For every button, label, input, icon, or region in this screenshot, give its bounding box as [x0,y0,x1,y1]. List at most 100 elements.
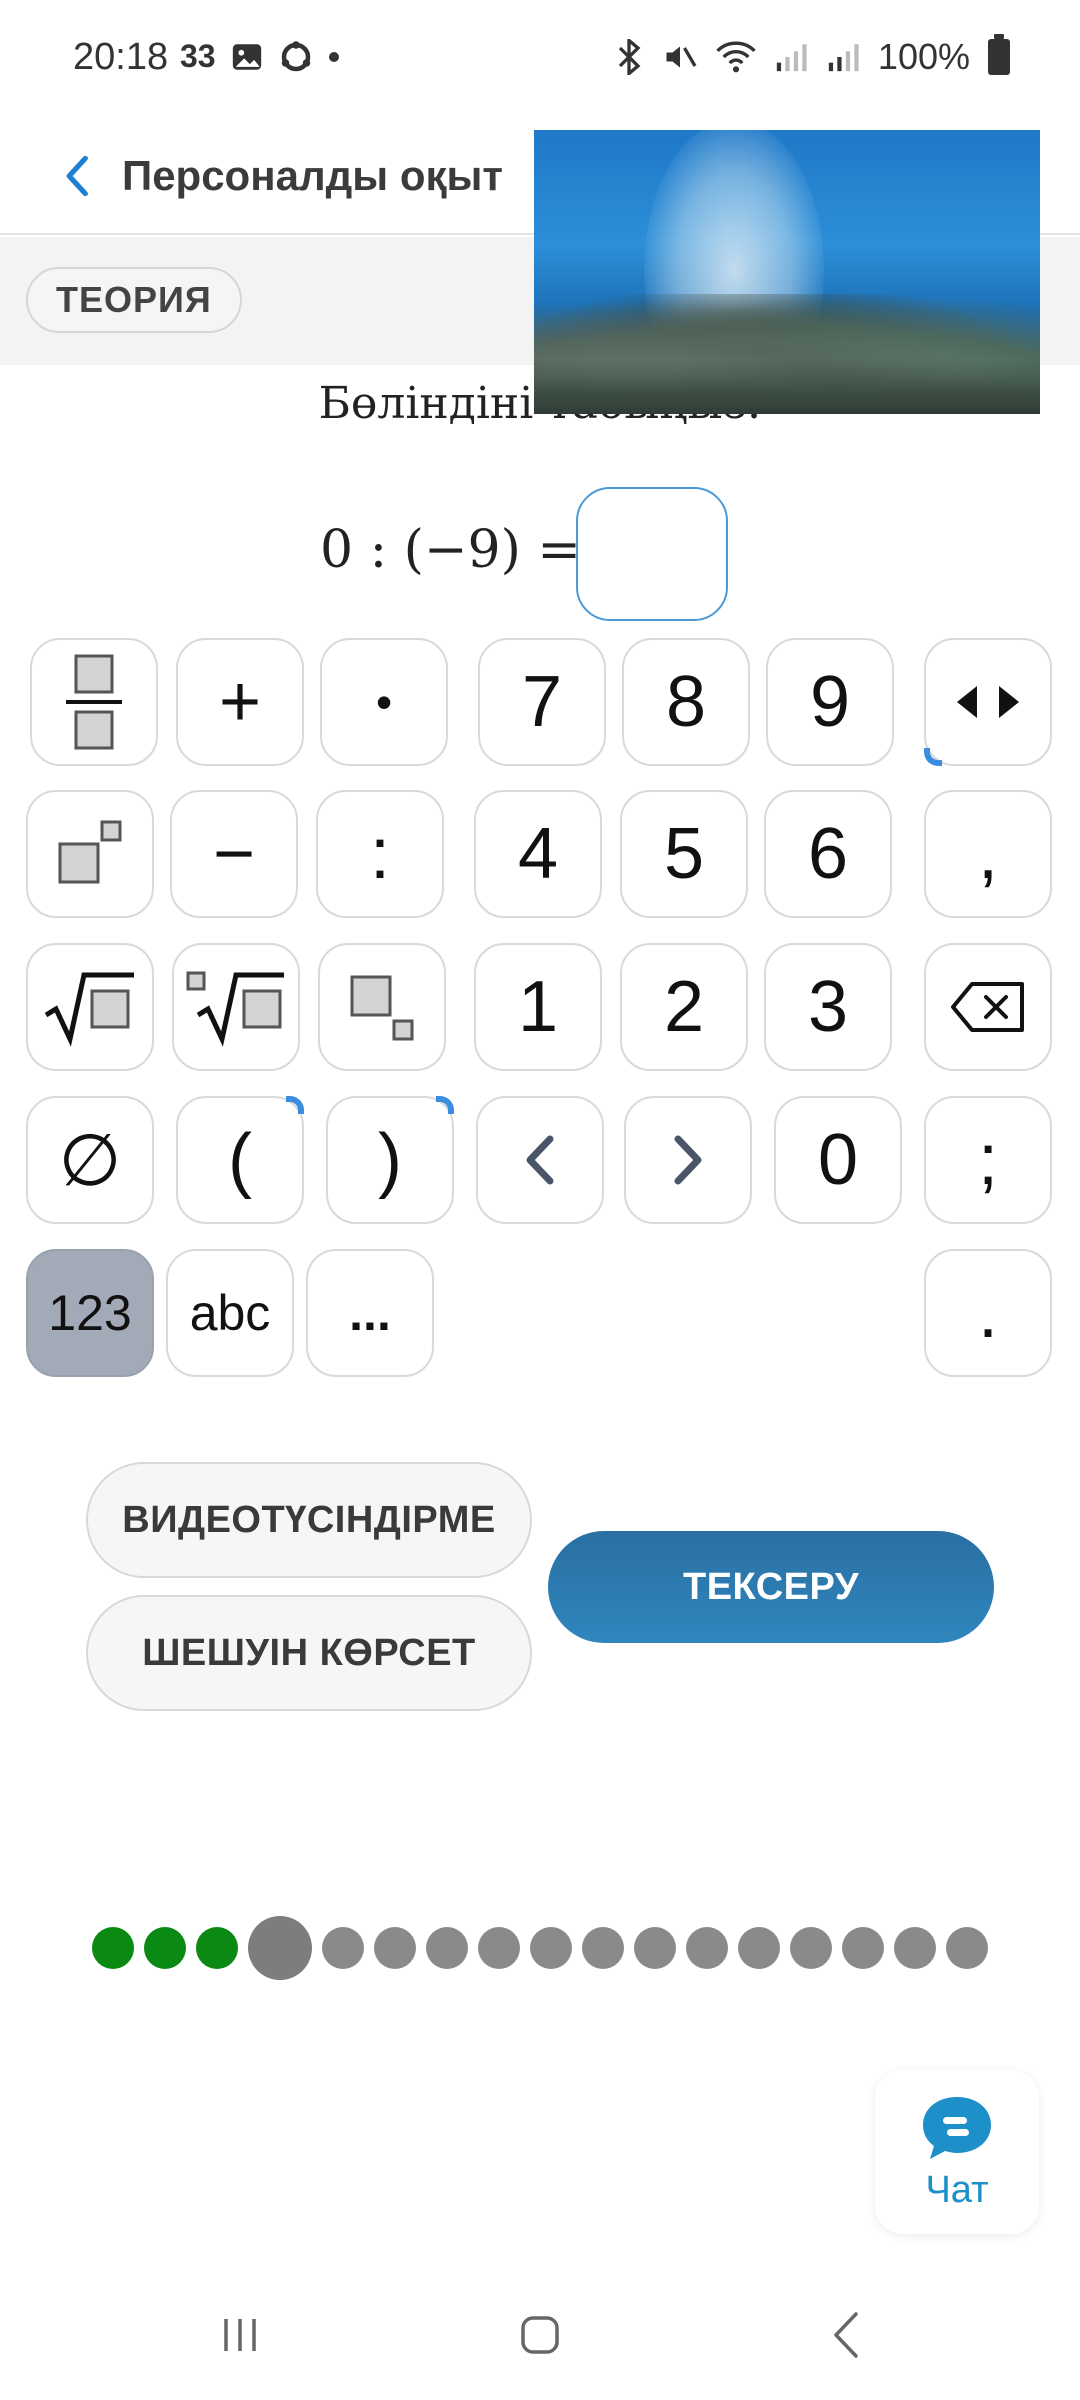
progress-dot[interactable] [196,1927,238,1969]
progress-dot[interactable] [144,1927,186,1969]
signal-icon [776,44,807,72]
bluetooth-icon [618,39,641,75]
progress-indicator [92,1916,988,1980]
back-chevron-icon [834,2312,858,2358]
progress-dot[interactable] [790,1927,832,1969]
page-title: Персоналды оқыт [122,152,503,199]
chat-bubble-icon [923,2096,991,2159]
backspace-key[interactable] [924,943,1052,1071]
system-icons: 100% [614,34,1010,78]
more-symbols-key[interactable]: ... [306,1249,434,1377]
minus-key[interactable]: − [170,790,298,918]
open-paren-key[interactable]: ( [176,1096,304,1224]
expand-key[interactable] [924,638,1052,766]
signal-icon-2 [828,44,859,72]
progress-dot[interactable] [634,1927,676,1969]
progress-dot[interactable] [946,1927,988,1969]
video-player[interactable] [534,130,1040,414]
progress-dot[interactable] [738,1927,780,1969]
multiply-dot-key[interactable]: • [320,638,448,766]
wifi-icon [716,41,756,73]
gallery-icon [232,43,261,70]
close-paren-key[interactable]: ) [326,1096,454,1224]
cursor-marker [924,748,942,766]
fraction-icon [66,654,122,750]
home-button[interactable] [500,2300,580,2370]
system-back-button[interactable] [806,2300,886,2370]
digit-7-key[interactable]: 7 [478,638,606,766]
subscript-key[interactable] [318,943,446,1071]
recent-apps-icon [224,2319,256,2351]
sync-icon [281,40,310,71]
back-button[interactable] [38,136,118,216]
status-bar: 20:18 33 100% [0,0,1080,120]
fraction-key[interactable] [30,638,158,766]
answer-input[interactable] [576,487,728,621]
chevron-right-icon [674,1135,702,1185]
chevron-left-icon [66,155,88,197]
backspace-icon [951,982,1024,1032]
cursor-marker [436,1096,454,1114]
show-solution-button[interactable]: ШЕШУІН КӨРСЕТ [86,1595,532,1711]
sqrt-icon [44,972,134,1047]
progress-dot[interactable] [894,1927,936,1969]
semicolon-key[interactable]: ; [924,1096,1052,1224]
digit-6-key[interactable]: 6 [764,790,892,918]
digit-8-key[interactable]: 8 [622,638,750,766]
subscript-icon [350,975,414,1041]
plus-key[interactable]: + [176,638,304,766]
progress-dot[interactable] [686,1927,728,1969]
progress-dot[interactable] [530,1927,572,1969]
home-icon [521,2316,559,2354]
progress-dot[interactable] [92,1927,134,1969]
comma-key[interactable]: , [924,790,1052,918]
battery-percent: 100% [877,36,970,77]
recent-apps-button[interactable] [200,2300,280,2370]
video-frame-shore [534,359,1040,414]
digit-5-key[interactable]: 5 [620,790,748,918]
equation: 0 : (−9) = [320,520,581,580]
superscript-icon [58,820,122,884]
mute-icon [666,46,697,68]
period-key[interactable]: . [924,1249,1052,1377]
sqrt-key[interactable] [26,943,154,1071]
chat-button[interactable]: Чат [875,2070,1039,2234]
nth-root-icon [186,971,284,1047]
notification-count: 33 [180,38,216,74]
progress-dot[interactable] [582,1927,624,1969]
divide-colon-key[interactable]: : [316,790,444,918]
power-key[interactable] [26,790,154,918]
digit-3-key[interactable]: 3 [764,943,892,1071]
cursor-right-key[interactable] [624,1096,752,1224]
digit-2-key[interactable]: 2 [620,943,748,1071]
progress-dot[interactable] [374,1927,416,1969]
battery-icon [988,34,1010,75]
progress-dot[interactable] [842,1927,884,1969]
theory-button[interactable]: ТЕОРИЯ [26,267,242,333]
dot-icon [328,51,339,62]
notification-icons: 33 [180,38,340,75]
open-paren-label: ( [228,1120,252,1200]
empty-set-key[interactable]: ∅ [26,1096,154,1224]
status-time: 20:18 [73,36,169,78]
letters-mode-key[interactable]: abc [166,1249,294,1377]
digit-9-key[interactable]: 9 [766,638,894,766]
progress-dot[interactable] [478,1927,520,1969]
nth-root-key[interactable] [172,943,300,1071]
cursor-marker [286,1096,304,1114]
numeric-mode-key[interactable]: 123 [26,1249,154,1377]
chevron-left-icon [526,1135,554,1185]
system-nav-bar [0,2272,1080,2400]
close-paren-label: ) [378,1120,402,1200]
cursor-left-key[interactable] [476,1096,604,1224]
digit-1-key[interactable]: 1 [474,943,602,1071]
progress-dot-current[interactable] [248,1916,312,1980]
check-button[interactable]: ТЕКСЕРУ [548,1531,994,1643]
video-explanation-button[interactable]: ВИДЕОТҮСІНДІРМЕ [86,1462,532,1578]
expand-arrows-icon [957,686,1019,718]
digit-0-key[interactable]: 0 [774,1096,902,1224]
chat-label: Чат [925,2168,989,2211]
progress-dot[interactable] [426,1927,468,1969]
progress-dot[interactable] [322,1927,364,1969]
digit-4-key[interactable]: 4 [474,790,602,918]
